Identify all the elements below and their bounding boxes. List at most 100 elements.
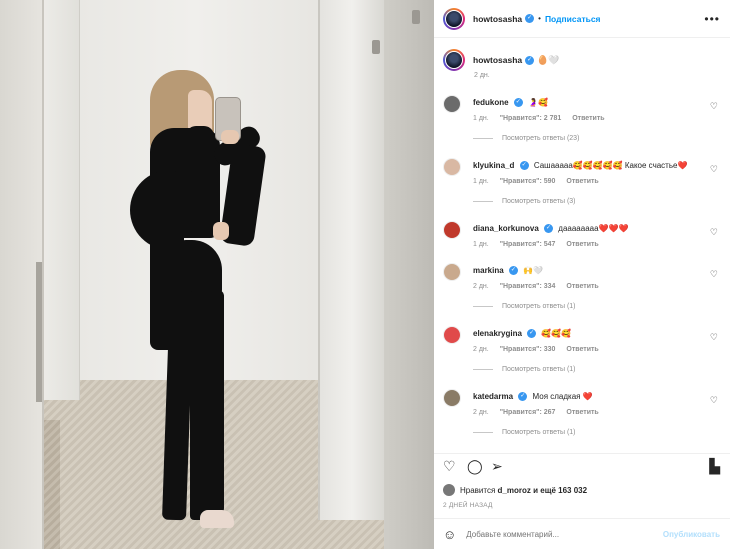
- comment-meta: 1 дн. "Нравится": 547 Ответить: [473, 241, 608, 248]
- verified-badge-icon: ✓: [525, 14, 535, 23]
- view-replies-button[interactable]: Посмотреть ответы (23): [473, 135, 579, 142]
- author-avatar[interactable]: [443, 7, 465, 30]
- bookmark-icon[interactable]: ▙: [709, 459, 720, 473]
- comment-time[interactable]: 2 дн.: [473, 409, 489, 416]
- comment-meta: 2 дн. "Нравится": 330 Ответить: [473, 346, 608, 353]
- heart-icon[interactable]: ♡: [443, 459, 456, 473]
- caption-time[interactable]: 2 дн.: [474, 72, 490, 79]
- comment-text: 🤰🥰: [528, 98, 548, 107]
- comment-likes[interactable]: "Нравится": 334: [500, 283, 556, 290]
- person-hand: [213, 222, 229, 240]
- commenter-username[interactable]: markina: [473, 266, 504, 275]
- wall-hook: [372, 40, 380, 54]
- comment-input[interactable]: [466, 529, 657, 539]
- commenter-username[interactable]: klyukina_d: [473, 161, 514, 170]
- post-date[interactable]: 2 ДНЕЙ НАЗАД: [443, 502, 493, 509]
- comment-meta: 2 дн. "Нравится": 267 Ответить: [473, 409, 608, 416]
- liked-by-user[interactable]: d_moroz: [498, 486, 531, 495]
- view-replies-button[interactable]: Посмотреть ответы (3): [473, 198, 576, 205]
- commenter-username[interactable]: elenakrygina: [473, 329, 522, 338]
- comment-like-heart-icon[interactable]: ♡: [710, 164, 718, 175]
- person-leg-front: [190, 290, 224, 520]
- comment-line: katedarma ✓ Моя сладкая ❤️: [473, 392, 593, 402]
- view-replies-button[interactable]: Посмотреть ответы (1): [473, 366, 576, 373]
- post-actions-bar: ♡ ◯ ➢ ▙: [434, 453, 730, 477]
- comment-likes[interactable]: "Нравится": 2 781: [500, 115, 562, 122]
- commenter-avatar[interactable]: [443, 95, 461, 113]
- comment-icon[interactable]: ◯: [467, 459, 483, 473]
- verified-badge-icon: ✓: [544, 224, 554, 234]
- door-hinge: [36, 262, 42, 402]
- comment-line: fedukone ✓ 🤰🥰: [473, 98, 548, 108]
- verified-badge-icon: ✓: [519, 161, 529, 171]
- commenter-avatar[interactable]: [443, 326, 461, 344]
- author-username[interactable]: howtosasha: [473, 14, 522, 24]
- reply-button[interactable]: Ответить: [566, 283, 598, 290]
- comment-likes[interactable]: "Нравится": 590: [500, 178, 556, 185]
- verified-badge-icon: ✓: [525, 55, 535, 65]
- liked-by: Нравится d_moroz и ещё 163 032: [443, 484, 587, 496]
- author-avatar[interactable]: [443, 49, 465, 71]
- comment-time[interactable]: 1 дн.: [473, 115, 489, 122]
- verified-badge-icon: ✓: [508, 266, 518, 276]
- add-comment-bar: ☺ Опубликовать: [434, 518, 730, 549]
- caption-text: 🥚🤍: [537, 54, 560, 65]
- comment-like-heart-icon[interactable]: ♡: [710, 227, 718, 238]
- emoji-icon[interactable]: ☺: [443, 527, 456, 542]
- comment-like-heart-icon[interactable]: ♡: [710, 332, 718, 343]
- comment-time[interactable]: 2 дн.: [473, 283, 489, 290]
- reply-button[interactable]: Ответить: [566, 241, 598, 248]
- comment-line: klyukina_d ✓ Сашааааа🥰🥰🥰🥰🥰 Какое счастье…: [473, 161, 687, 171]
- comment-time[interactable]: 2 дн.: [473, 346, 489, 353]
- comment-likes[interactable]: "Нравится": 330: [500, 346, 556, 353]
- comment-meta: 1 дн. "Нравится": 590 Ответить: [473, 178, 608, 185]
- person-hand: [221, 130, 239, 144]
- comment-time[interactable]: 1 дн.: [473, 241, 489, 248]
- comment-text: 🥰🥰🥰: [541, 329, 572, 338]
- comment-like-heart-icon[interactable]: ♡: [710, 101, 718, 112]
- commenter-avatar[interactable]: [443, 389, 461, 407]
- comment-likes[interactable]: "Нравится": 547: [500, 241, 556, 248]
- commenter-username[interactable]: fedukone: [473, 98, 509, 107]
- post-caption: howtosasha ✓ 🥚🤍 2 дн.: [443, 49, 723, 79]
- follow-button[interactable]: Подписаться: [545, 14, 601, 24]
- liked-by-count[interactable]: и ещё 163 032: [533, 486, 587, 495]
- comment-text: даааааааа❤️❤️❤️: [558, 224, 629, 233]
- comment-likes[interactable]: "Нравится": 267: [500, 409, 556, 416]
- reply-button[interactable]: Ответить: [566, 346, 598, 353]
- reply-button[interactable]: Ответить: [566, 178, 598, 185]
- share-icon[interactable]: ➢: [491, 459, 503, 473]
- wall-hook: [412, 10, 420, 24]
- caption-username[interactable]: howtosasha: [473, 55, 522, 65]
- commenter-avatar[interactable]: [443, 221, 461, 239]
- post-header: howtosasha ✓ • Подписаться •••: [434, 0, 730, 38]
- view-replies-button[interactable]: Посмотреть ответы (1): [473, 303, 576, 310]
- verified-badge-icon: ✓: [518, 392, 528, 402]
- right-wall-edge: [384, 0, 434, 549]
- post-photo[interactable]: [0, 0, 434, 549]
- commenter-username[interactable]: katedarma: [473, 392, 513, 401]
- person-shoe: [200, 510, 234, 528]
- commenter-avatar[interactable]: [443, 263, 461, 281]
- reply-button[interactable]: Ответить: [566, 409, 598, 416]
- comment-like-heart-icon[interactable]: ♡: [710, 269, 718, 280]
- comment-line: diana_korkunova ✓ даааааааа❤️❤️❤️: [473, 224, 629, 234]
- comment-time[interactable]: 1 дн.: [473, 178, 489, 185]
- comment-meta: 1 дн. "Нравится": 2 781 Ответить: [473, 115, 614, 122]
- liker-avatar[interactable]: [443, 484, 455, 496]
- view-replies-button[interactable]: Посмотреть ответы (1): [473, 429, 576, 436]
- post-side-panel: howtosasha ✓ • Подписаться ••• howtosash…: [434, 0, 730, 549]
- reply-button[interactable]: Ответить: [572, 115, 604, 122]
- more-horizontal-icon[interactable]: •••: [704, 12, 720, 26]
- commenter-avatar[interactable]: [443, 158, 461, 176]
- comment-text: 🙌🤍: [523, 266, 544, 275]
- verified-badge-icon: ✓: [527, 329, 537, 339]
- comment-meta: 2 дн. "Нравится": 334 Ответить: [473, 283, 608, 290]
- liked-by-prefix: Нравится: [460, 485, 496, 495]
- right-door: [318, 0, 384, 520]
- separator-dot: •: [538, 14, 541, 23]
- comment-like-heart-icon[interactable]: ♡: [710, 395, 718, 406]
- commenter-username[interactable]: diana_korkunova: [473, 224, 539, 233]
- person-neck: [186, 126, 214, 166]
- publish-button[interactable]: Опубликовать: [663, 530, 720, 539]
